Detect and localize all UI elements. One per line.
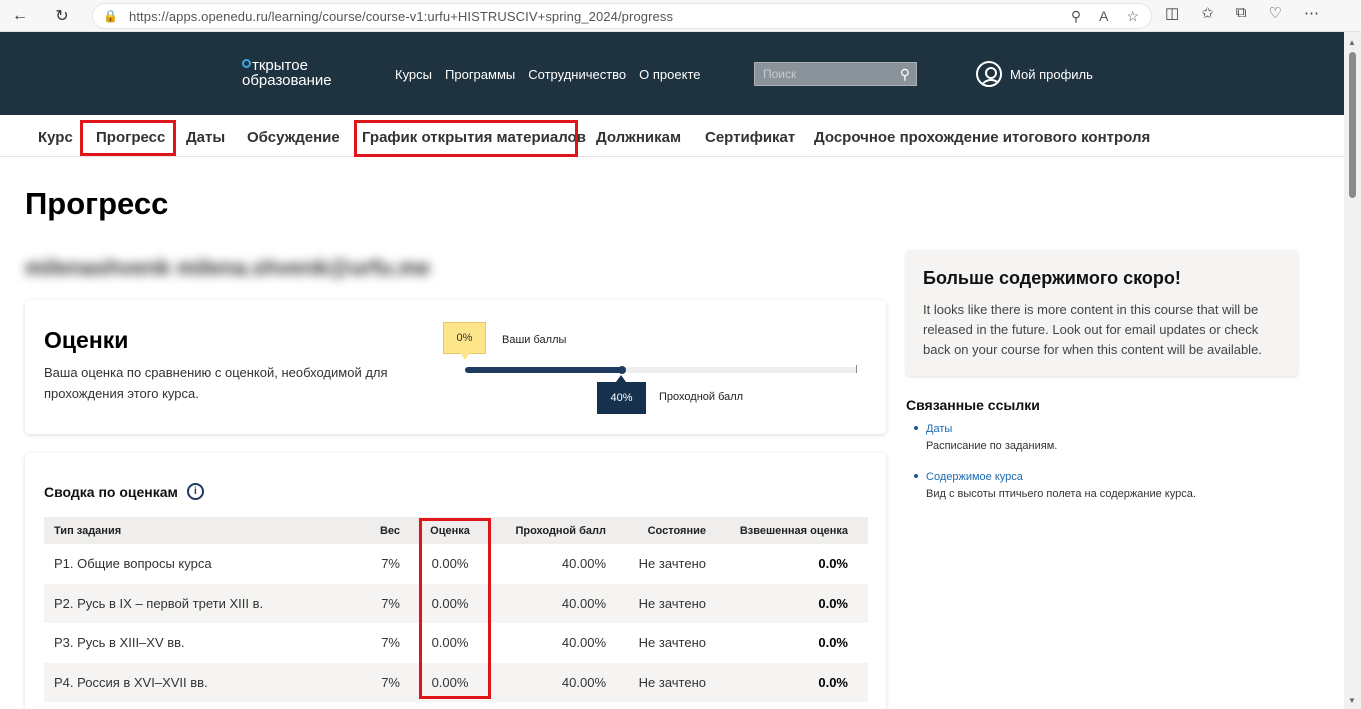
col-weighted: Взвешенная оценка	[739, 524, 848, 537]
scroll-up-icon[interactable]: ▲	[1348, 38, 1356, 47]
cell-weighted: 0.0%	[818, 635, 848, 651]
cell-type: P4. Россия в XVI–XVII вв.	[54, 674, 208, 690]
cell-weight: 7%	[381, 595, 400, 611]
zoom-icon[interactable]: ⚲	[1071, 8, 1081, 25]
your-score-pill: 0%	[443, 322, 486, 360]
user-avatar-icon	[976, 61, 1002, 87]
link-course-outline-desc: Вид с высоты птичьего полета на содержан…	[926, 488, 1196, 500]
page-scrollbar[interactable]: ▲ ▼	[1344, 32, 1361, 709]
scroll-down-icon[interactable]: ▼	[1348, 696, 1356, 705]
grades-title: Оценки	[44, 327, 129, 353]
tab-certificate[interactable]: Сертификат	[705, 129, 795, 146]
search-icon[interactable]: ⚲	[900, 66, 910, 83]
cell-type: P2. Русь в IX – первой трети XIII в.	[54, 595, 264, 611]
tab-dates[interactable]: Даты	[186, 129, 225, 146]
cell-passing: 40.00%	[561, 635, 606, 651]
passing-threshold-fill	[465, 367, 622, 373]
cell-weight: 7%	[381, 556, 400, 572]
passing-threshold-marker	[617, 366, 626, 374]
nav-item-about[interactable]: О проекте	[639, 67, 700, 82]
related-links-title: Связанные ссылки	[906, 397, 1040, 413]
profile-label: Мой профиль	[1010, 66, 1093, 82]
passing-score-label: Проходной балл	[659, 391, 744, 403]
link-dates[interactable]: Даты	[926, 423, 952, 435]
info-icon[interactable]: i	[186, 483, 204, 500]
logo-line2: образование	[242, 72, 332, 89]
search-input[interactable]	[755, 67, 885, 81]
nav-item-cooperation[interactable]: Сотрудничество	[528, 67, 626, 82]
cell-weighted: 0.0%	[818, 556, 848, 572]
nav-item-courses[interactable]: Курсы	[395, 67, 432, 82]
read-aloud-icon[interactable]: A	[1099, 8, 1108, 25]
cell-weighted: 0.0%	[818, 595, 848, 611]
split-screen-icon[interactable]: ◫	[1165, 4, 1179, 22]
col-weight: Вес	[379, 524, 400, 537]
cell-weighted: 0.0%	[818, 674, 848, 690]
back-icon[interactable]: ←	[6, 2, 34, 30]
grade-progress-bar	[465, 365, 857, 374]
cell-status: Не зачтено	[638, 556, 706, 572]
address-bar[interactable]: 🔒 https://apps.openedu.ru/learning/cours…	[92, 3, 1152, 29]
more-content-text: It looks like there is more content in t…	[923, 302, 1262, 357]
link-dates-desc: Расписание по заданиям.	[926, 440, 1058, 452]
cell-type: P3. Русь в XIII–XV вв.	[54, 635, 185, 651]
cell-passing: 40.00%	[561, 674, 606, 690]
grades-card: Оценки Ваша оценка по сравнению с оценко…	[25, 300, 886, 434]
favorite-icon[interactable]: ☆	[1126, 8, 1139, 25]
lock-icon[interactable]: 🔒	[103, 9, 119, 23]
user-identity: milenashvenk milena.shvenk@urfu.me	[25, 255, 431, 280]
progress-bar-end	[856, 365, 857, 373]
col-assignment-type: Тип задания	[54, 524, 122, 537]
bullet-icon	[914, 474, 918, 478]
refresh-icon[interactable]: ↻	[48, 2, 76, 30]
tab-discussion[interactable]: Обсуждение	[247, 129, 340, 146]
highlight-schedule-tab	[354, 120, 578, 157]
health-icon[interactable]: ♡	[1268, 4, 1281, 22]
site-logo[interactable]: ткрытое образование	[242, 58, 332, 88]
summary-title: Сводка по оценкам i	[44, 483, 204, 500]
more-content-title: Больше содержимого скоро!	[923, 268, 1181, 288]
cell-status: Не зачтено	[638, 595, 706, 611]
link-course-outline[interactable]: Содержимое курса	[926, 471, 1023, 483]
passing-score-pill: 40%	[597, 375, 646, 414]
browser-toolbar: ← ↻ 🔒 https://apps.openedu.ru/learning/c…	[0, 0, 1361, 32]
page-title: Прогресс	[25, 186, 169, 221]
cell-passing: 40.00%	[561, 556, 606, 572]
tab-debtors[interactable]: Должникам	[596, 129, 681, 146]
course-tabs: Курс Прогресс Даты Обсуждение График отк…	[0, 115, 1344, 157]
tab-early-exam[interactable]: Досрочное прохождение итогового контроля	[814, 129, 1150, 146]
cell-passing: 40.00%	[561, 595, 606, 611]
site-header: ткрытое образование Курсы Программы Сотр…	[0, 32, 1344, 115]
more-icon[interactable]: ⋯	[1304, 4, 1319, 22]
cell-status: Не зачтено	[638, 674, 706, 690]
url-text: https://apps.openedu.ru/learning/course/…	[129, 8, 674, 24]
your-score-label: Ваши баллы	[502, 334, 567, 346]
favorites-icon[interactable]: ✩	[1201, 4, 1214, 22]
more-content-card: Больше содержимого скоро! It looks like …	[906, 250, 1298, 376]
scroll-thumb[interactable]	[1349, 52, 1356, 198]
cell-type: P1. Общие вопросы курса	[54, 556, 212, 572]
highlight-grade-column	[419, 518, 491, 699]
bullet-icon	[914, 426, 918, 430]
search-box: ⚲	[754, 62, 917, 86]
col-status: Состояние	[647, 524, 706, 537]
col-passing: Проходной балл	[515, 524, 606, 537]
cell-status: Не зачтено	[638, 635, 706, 651]
tab-course[interactable]: Курс	[38, 129, 73, 146]
nav-item-programs[interactable]: Программы	[445, 67, 515, 82]
main-nav: Курсы Программы Сотрудничество О проекте	[395, 67, 701, 82]
grades-description: Ваша оценка по сравнению с оценкой, необ…	[44, 365, 388, 401]
profile-menu[interactable]: Мой профиль	[976, 61, 1093, 87]
highlight-progress-tab	[80, 120, 176, 156]
logo-ring-icon	[242, 59, 251, 68]
summary-title-text: Сводка по оценкам	[44, 483, 178, 500]
cell-weight: 7%	[381, 674, 400, 690]
collections-icon[interactable]: ⧉	[1236, 4, 1247, 22]
cell-weight: 7%	[381, 635, 400, 651]
